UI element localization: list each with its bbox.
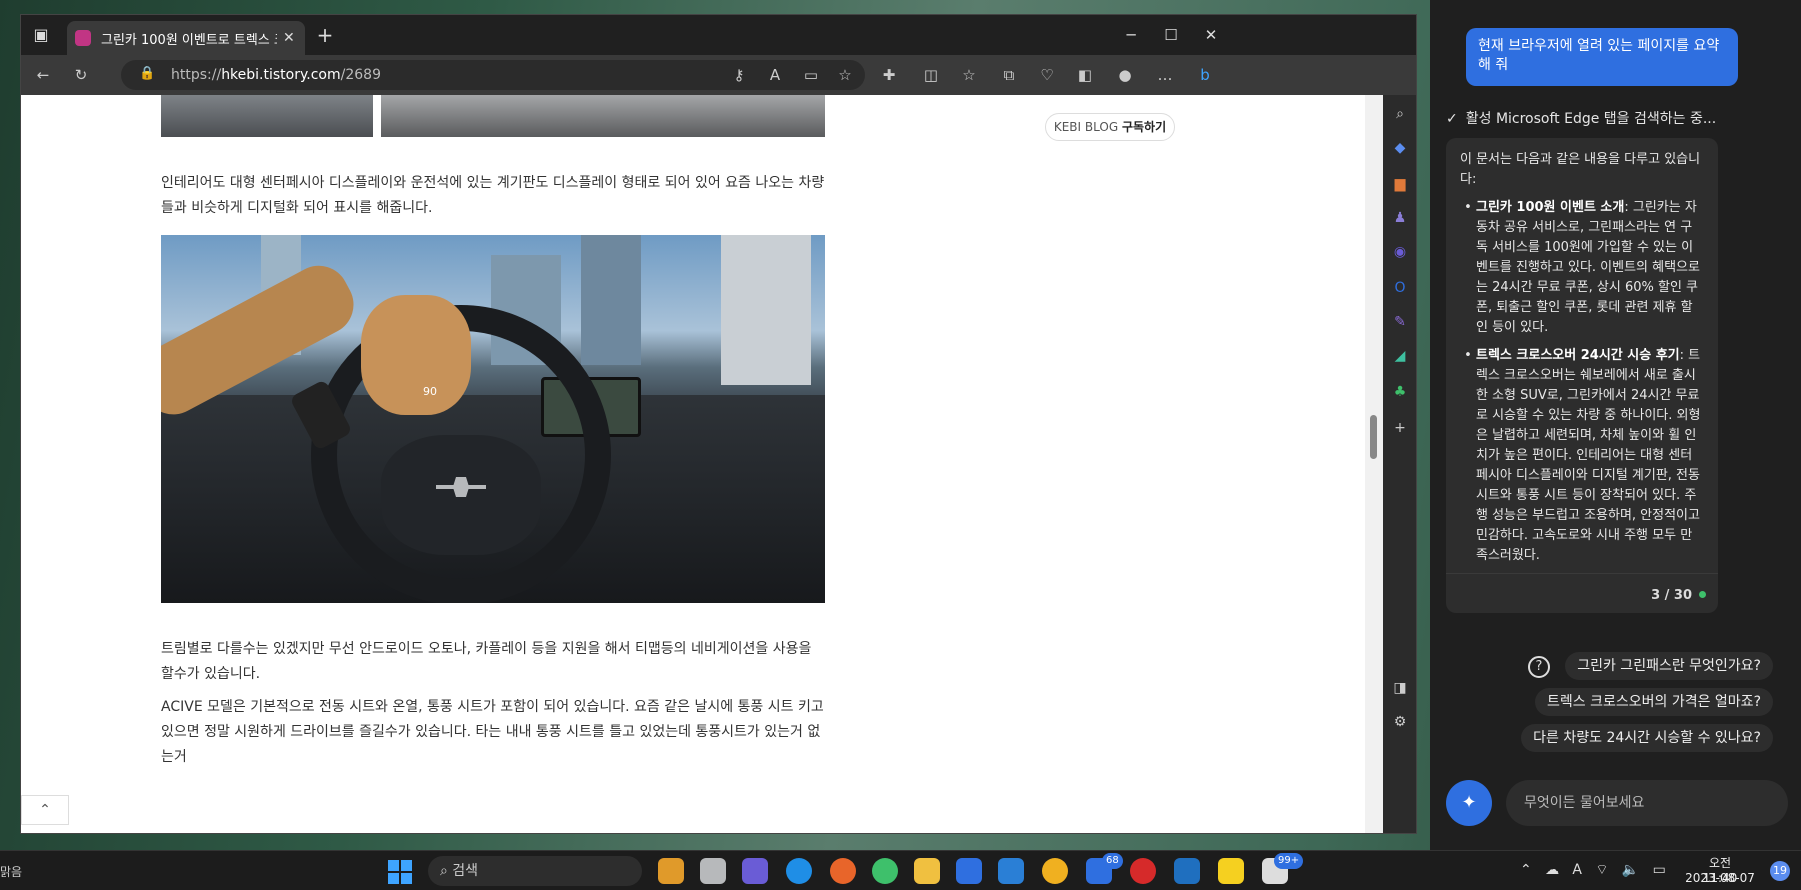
blog-paragraph: 트림별로 다를수는 있겠지만 무선 안드로이드 오토나, 카플레이 등을 지원을…	[161, 641, 812, 682]
blog-photo-top-right	[381, 95, 825, 137]
new-tab-icon[interactable]: +	[313, 23, 337, 47]
clock-date[interactable]: 2023-08-07	[1676, 871, 1764, 885]
immersive-reader-icon[interactable]: ▭	[799, 64, 823, 88]
answer-footer: 3 / 30	[1446, 573, 1718, 613]
more-menu-icon[interactable]: …	[1153, 64, 1177, 88]
copilot-answer: 이 문서는 다음과 같은 내용을 다루고 있습니다: • 그린카 100원 이벤…	[1446, 138, 1718, 613]
system-tray[interactable]: ⌃ ☁ A ⌔ 🔈 ▭	[1520, 861, 1666, 879]
key-icon[interactable]: ⚷	[727, 64, 751, 88]
notification-badge: 68	[1102, 853, 1123, 869]
minimize-icon[interactable]: ─	[1111, 21, 1151, 49]
search-icon: ⌕	[440, 863, 448, 879]
answer-list-item: • 트렉스 크로스오버 24시간 시승 후기: 트렉스 크로스오버는 쉐보레에서…	[1464, 348, 1701, 563]
answer-intro: 이 문서는 다음과 같은 내용을 다루고 있습니다:	[1460, 152, 1701, 187]
teams-icon[interactable]	[742, 858, 768, 884]
edge-sidebar: ⌕ ◆ ▆ ♟ ◉ O ✎ ◢ ♣ + ◨ ⚙	[1383, 95, 1416, 833]
close-window-icon[interactable]: ✕	[1191, 21, 1231, 49]
read-aloud-icon[interactable]: A	[763, 64, 787, 88]
refresh-icon[interactable]: ↻	[69, 64, 93, 88]
active-tab[interactable]: 그린카 100원 이벤트로 트렉스 크 ✕	[67, 21, 305, 55]
circle-app-icon[interactable]	[1042, 858, 1068, 884]
copilot-panel: 현재 브라우저에 열려 있는 페이지를 요약해 줘 ✓ 활성 Microsoft …	[1430, 0, 1801, 850]
hide-sidebar-icon[interactable]: ◨	[1389, 677, 1411, 699]
add-sidebar-app-icon[interactable]: +	[1389, 417, 1411, 439]
blog-paragraph: ACIVE 모델은 기본적으로 전동 시트와 온열, 통풍 시트가 포함이 되어…	[161, 699, 824, 765]
suggestion-chip[interactable]: 트렉스 크로스오버의 가격은 얼마죠?	[1535, 688, 1773, 716]
taskbar: 맑음 ⌕ 검색 68 99+ ⌃ ☁ A ⌔ 🔈 ▭ 오전 11:40 2023…	[0, 850, 1801, 890]
health-icon[interactable]: ♡	[1035, 64, 1059, 88]
shopping-tag-icon[interactable]: ◆	[1389, 137, 1411, 159]
address-bar[interactable]: 🔒 https://hkebi.tistory.com/2689	[121, 60, 865, 90]
edge-bar-icon[interactable]: ◧	[1073, 64, 1097, 88]
check-icon: ✓	[1446, 111, 1458, 127]
tab-close-icon[interactable]: ✕	[283, 30, 295, 46]
taskbar-search[interactable]: ⌕ 검색	[428, 856, 642, 886]
edge-icon[interactable]	[786, 858, 812, 884]
firefox-icon[interactable]	[830, 858, 856, 884]
subscribe-button[interactable]: KEBI BLOG 구독하기	[1045, 113, 1175, 141]
lock-icon: 🔒	[139, 66, 156, 81]
folder-icon[interactable]	[914, 858, 940, 884]
outlook-icon[interactable]	[1174, 858, 1200, 884]
search-icon[interactable]: ⌕	[1389, 103, 1411, 125]
status-dot-icon	[1699, 591, 1706, 598]
file-manager-icon[interactable]	[658, 858, 684, 884]
store-icon[interactable]	[956, 858, 982, 884]
answer-list-item: • 그린카 100원 이벤트 소개: 그린카는 자동차 공유 서비스로, 그린패…	[1464, 200, 1700, 335]
browser-window: ▣ 그린카 100원 이벤트로 트렉스 크 ✕ + ─ ☐ ✕ ← ↻ 🔒 ht…	[20, 14, 1417, 834]
maximize-icon[interactable]: ☐	[1151, 21, 1191, 49]
speed-gauge: 90	[423, 385, 437, 398]
outlook-icon[interactable]: O	[1389, 277, 1411, 299]
m365-icon[interactable]: ◉	[1389, 241, 1411, 263]
copilot-bing-icon[interactable]: b	[1193, 64, 1217, 88]
blog-paragraph: 인테리어도 대형 센터페시아 디스플레이와 운전석에 있는 계기판도 디스플레이…	[161, 175, 825, 216]
page-scrollbar[interactable]	[1365, 95, 1383, 833]
chrome-icon[interactable]	[872, 858, 898, 884]
tab-favicon-icon	[75, 30, 91, 46]
split-screen-icon[interactable]: ◫	[919, 64, 943, 88]
games-icon[interactable]: ♟	[1389, 207, 1411, 229]
tab-actions-icon[interactable]: ▣	[29, 23, 53, 47]
new-topic-button[interactable]: ✦	[1446, 780, 1492, 826]
favorite-star-icon[interactable]: ☆	[833, 64, 857, 88]
drop-icon[interactable]: ◢	[1389, 345, 1411, 367]
user-message: 현재 브라우저에 열려 있는 페이지를 요약해 줘	[1466, 28, 1738, 86]
mail-icon[interactable]	[998, 858, 1024, 884]
search-status: ✓ 활성 Microsoft Edge 탭을 검색하는 중...	[1446, 111, 1717, 127]
collections-icon[interactable]: ⧉	[997, 64, 1021, 88]
tab-title: 그린카 100원 이벤트로 트렉스 크	[101, 32, 277, 48]
weather-text[interactable]: 맑음	[0, 863, 22, 880]
question-icon: ?	[1528, 656, 1550, 678]
notification-count[interactable]: 19	[1770, 861, 1790, 881]
kakaotalk-icon[interactable]	[1218, 858, 1244, 884]
tree-icon[interactable]: ♣	[1389, 381, 1411, 403]
extensions-icon[interactable]: ✚	[877, 64, 901, 88]
chat-input[interactable]: 무엇이든 물어보세요	[1506, 780, 1788, 826]
settings-gear-icon[interactable]: ⚙	[1389, 711, 1411, 733]
back-icon[interactable]: ←	[31, 64, 55, 88]
tools-briefcase-icon[interactable]: ▆	[1389, 173, 1411, 195]
browser-toolbar: ← ↻ 🔒 https://hkebi.tistory.com/2689 ⚷ A…	[21, 55, 1416, 95]
windows-start-icon[interactable]	[388, 860, 412, 884]
task-view-icon[interactable]	[700, 858, 726, 884]
url-text: https://hkebi.tistory.com/2689	[171, 67, 381, 83]
notification-badge: 99+	[1274, 853, 1304, 869]
favorites-icon[interactable]: ☆	[957, 64, 981, 88]
blog-photo-top-left	[161, 95, 373, 137]
web-page: KEBI BLOG 구독하기 인테리어도 대형 센터페시아 디스플레이와 운전석…	[21, 95, 1365, 833]
turn-counter: 3 / 30	[1651, 588, 1692, 603]
title-bar: ▣ 그린카 100원 이벤트로 트렉스 크 ✕ + ─ ☐ ✕	[21, 15, 1416, 55]
designer-icon[interactable]: ✎	[1389, 311, 1411, 333]
car-interior-photo: 90	[161, 235, 825, 603]
profile-avatar-icon[interactable]: ●	[1113, 64, 1137, 88]
opera-icon[interactable]	[1130, 858, 1156, 884]
suggestion-chip[interactable]: 그린카 그린패스란 무엇인가요?	[1565, 652, 1773, 680]
scroll-to-top-button[interactable]: ⌃	[21, 795, 69, 825]
suggestion-chip[interactable]: 다른 차량도 24시간 시승할 수 있나요?	[1521, 724, 1773, 752]
scrollbar-thumb[interactable]	[1370, 415, 1377, 459]
